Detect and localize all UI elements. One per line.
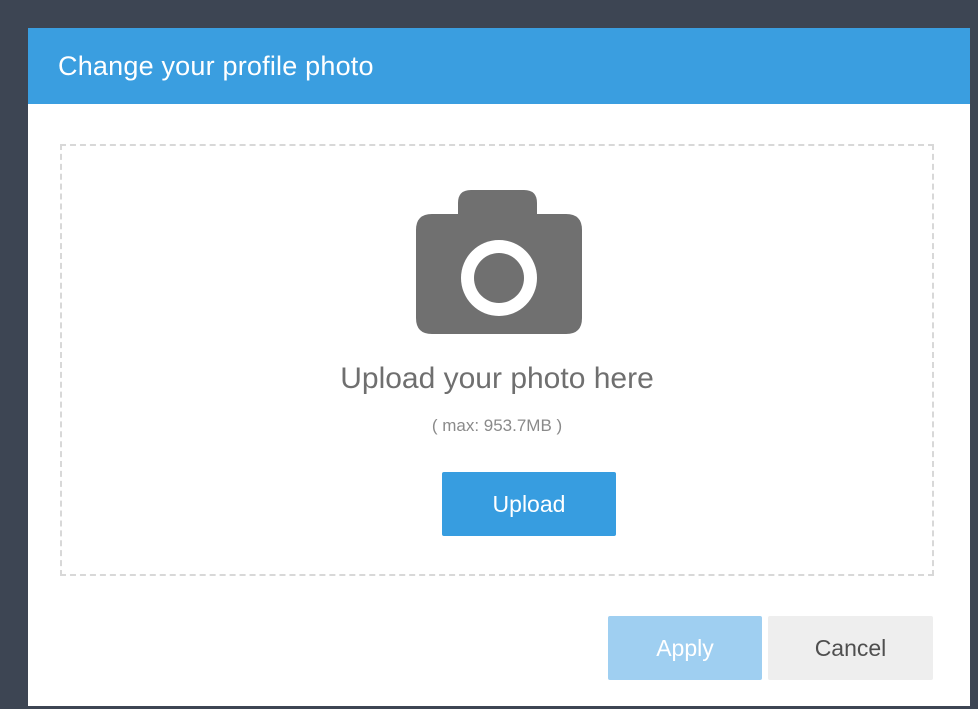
dialog-title: Change your profile photo (58, 50, 374, 81)
profile-photo-dialog: Change your profile photo Upload your ph… (28, 28, 970, 706)
apply-button[interactable]: Apply (608, 616, 762, 680)
upload-title: Upload your photo here (340, 362, 654, 395)
photo-dropzone[interactable]: Upload your photo here ( max: 953.7MB ) … (60, 144, 934, 576)
cancel-button[interactable]: Cancel (768, 616, 933, 680)
upload-button[interactable]: Upload (442, 472, 616, 536)
camera-icon (416, 190, 582, 334)
dialog-header: Change your profile photo (28, 28, 970, 104)
upload-size-limit: ( max: 953.7MB ) (431, 416, 563, 435)
